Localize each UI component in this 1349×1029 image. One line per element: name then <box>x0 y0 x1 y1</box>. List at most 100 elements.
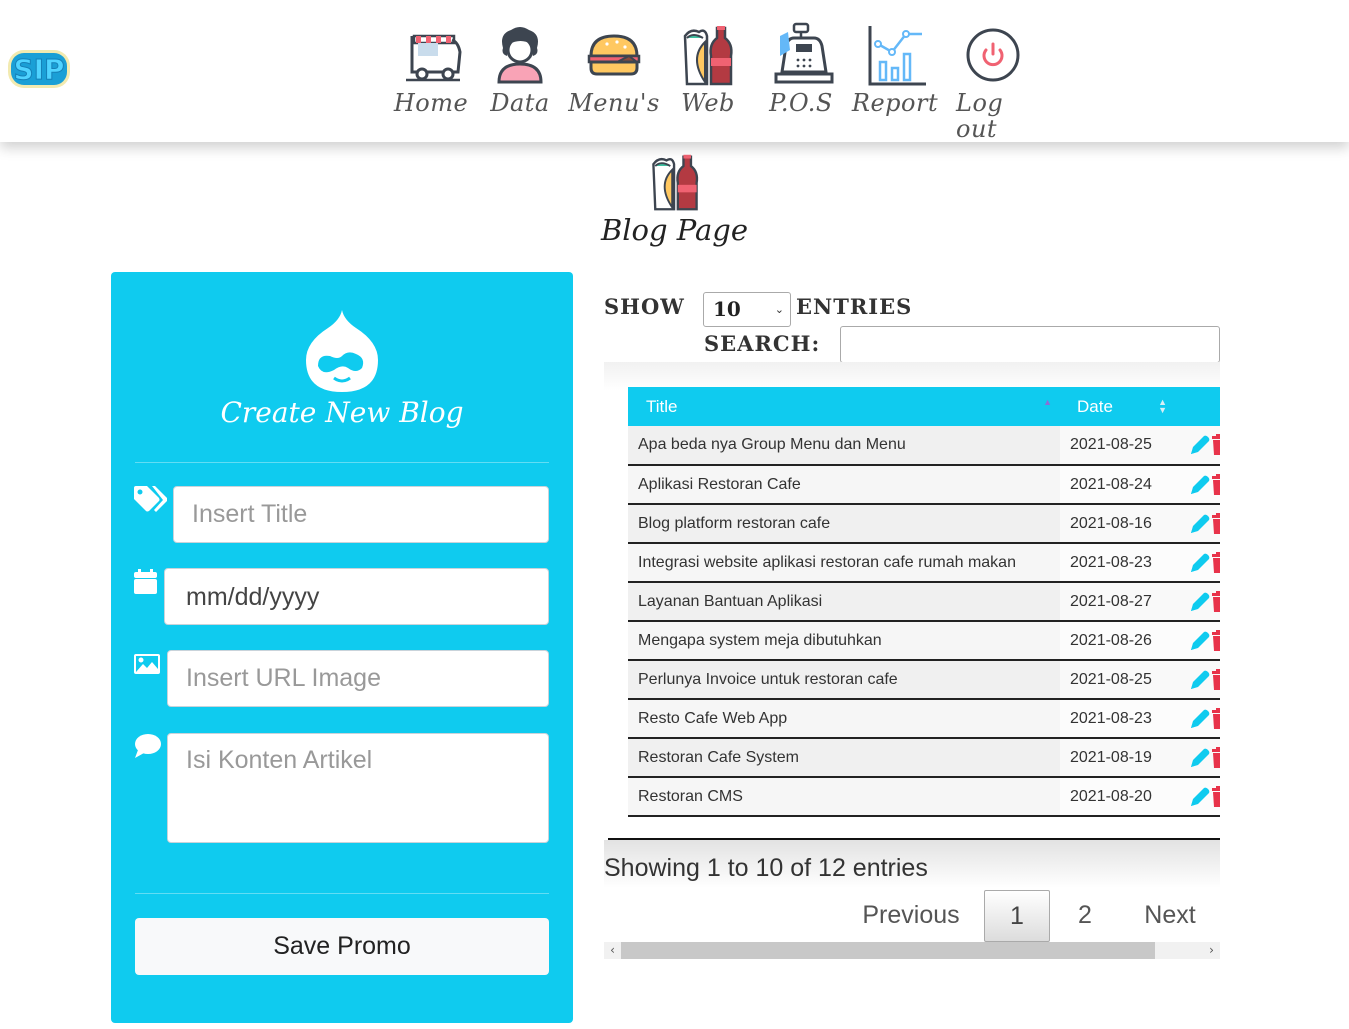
nav-item-data[interactable]: Data <box>466 22 574 142</box>
nav-item-menus[interactable]: Menu's <box>568 22 659 142</box>
nav-item-home[interactable]: Home <box>394 22 468 142</box>
cell-date: 2021-08-19 <box>1060 738 1175 778</box>
cell-actions <box>1175 582 1220 622</box>
pagination-next[interactable]: Next <box>1134 890 1206 942</box>
image-icon <box>134 654 160 674</box>
cell-actions <box>1175 621 1220 661</box>
cell-date: 2021-08-24 <box>1060 465 1175 505</box>
pagination-page-1[interactable]: 1 <box>984 890 1050 942</box>
nav-item-logout[interactable]: Log out <box>956 22 1030 142</box>
scroll-left-icon[interactable]: ‹ <box>604 942 621 959</box>
save-promo-button[interactable]: Save Promo <box>135 918 549 975</box>
image-url-input[interactable] <box>167 650 549 707</box>
delete-trash-icon[interactable] <box>1212 707 1220 730</box>
delete-trash-icon[interactable] <box>1212 629 1220 652</box>
table-row: Restoran CMS 2021-08-20 <box>628 777 1220 817</box>
header-label: Title <box>646 396 678 416</box>
scrollbar-thumb[interactable] <box>621 942 1155 959</box>
edit-pencil-icon[interactable] <box>1189 786 1211 808</box>
nav-label: Web <box>681 89 735 117</box>
length-value: 10 <box>713 297 741 321</box>
chevron-down-icon: ⌄ <box>774 303 784 316</box>
food-truck-icon <box>406 34 462 82</box>
column-header-actions <box>1175 387 1220 426</box>
edit-pencil-icon[interactable] <box>1189 434 1211 456</box>
edit-pencil-icon[interactable] <box>1189 669 1211 691</box>
edit-pencil-icon[interactable] <box>1189 747 1211 769</box>
search-input[interactable] <box>840 326 1220 363</box>
delete-trash-icon[interactable] <box>1212 746 1220 769</box>
card-title: Create New Blog <box>220 396 464 429</box>
burger-icon <box>587 34 641 76</box>
edit-pencil-icon[interactable] <box>1189 474 1211 496</box>
cell-actions <box>1175 543 1220 583</box>
table-row: Integrasi website aplikasi restoran cafe… <box>628 543 1220 583</box>
cell-date: 2021-08-27 <box>1060 582 1175 622</box>
delete-trash-icon[interactable] <box>1212 785 1220 808</box>
title-input[interactable] <box>173 486 549 543</box>
table-row: Mengapa system meja dibutuhkan 2021-08-26 <box>628 621 1220 661</box>
table-row: Resto Cafe Web App 2021-08-23 <box>628 699 1220 739</box>
sort-asc-icon: ▲ <box>1043 397 1052 407</box>
content-textarea[interactable] <box>167 733 549 843</box>
search-label: SEARCH: <box>704 331 821 356</box>
column-header-title[interactable]: Title ▲ <box>628 387 1060 426</box>
nav-label: Data <box>490 89 550 117</box>
cell-title: Blog platform restoran cafe <box>628 504 1060 544</box>
cell-title: Mengapa system meja dibutuhkan <box>628 621 1060 661</box>
cell-date: 2021-08-23 <box>1060 699 1175 739</box>
table-row: Perlunya Invoice untuk restoran cafe 2021… <box>628 660 1220 700</box>
delete-trash-icon[interactable] <box>1212 434 1220 456</box>
sort-both-icon: ▲ ▼ <box>1158 397 1167 415</box>
date-input[interactable]: mm/dd/yyyy <box>164 568 549 625</box>
sip-logo[interactable]: SIP <box>6 46 72 92</box>
edit-pencil-icon[interactable] <box>1189 552 1211 574</box>
cell-actions <box>1175 465 1220 505</box>
cell-title: Perlunya Invoice untuk restoran cafe <box>628 660 1060 700</box>
entries-label: ENTRIES <box>796 294 913 319</box>
create-blog-card: Create New Blog mm/dd/yyyy Save Promo <box>111 272 573 1023</box>
cell-title: Resto Cafe Web App <box>628 699 1060 739</box>
nav-item-report[interactable]: Report <box>840 22 950 142</box>
cell-actions <box>1175 699 1220 739</box>
nav-label: Log out <box>956 89 1004 143</box>
cell-date: 2021-08-23 <box>1060 543 1175 583</box>
power-icon <box>966 28 1020 82</box>
nav-item-web[interactable]: Web <box>654 22 762 142</box>
horizontal-scrollbar[interactable]: ‹ › <box>604 942 1220 959</box>
cash-register-icon <box>774 22 834 84</box>
cell-actions <box>1175 738 1220 778</box>
cell-date: 2021-08-25 <box>1060 426 1175 466</box>
scroll-right-icon[interactable]: › <box>1203 942 1220 959</box>
table-row: Apa beda nya Group Menu dan Menu 2021-08-… <box>628 426 1220 466</box>
pagination-page-2[interactable]: 2 <box>1058 890 1112 942</box>
delete-trash-icon[interactable] <box>1212 590 1220 613</box>
cell-actions <box>1175 777 1220 817</box>
table-row: Aplikasi Restoran Cafe 2021-08-24 <box>628 465 1220 505</box>
edit-pencil-icon[interactable] <box>1189 630 1211 652</box>
cell-date: 2021-08-25 <box>1060 660 1175 700</box>
entries-length-select[interactable]: 10 ⌄ <box>703 292 791 327</box>
cell-actions <box>1175 660 1220 700</box>
delete-trash-icon[interactable] <box>1212 473 1220 496</box>
svg-text:SIP: SIP <box>13 53 64 86</box>
cell-title: Integrasi website aplikasi restoran cafe… <box>628 543 1060 583</box>
table-row: Layanan Bantuan Aplikasi 2021-08-27 <box>628 582 1220 622</box>
edit-pencil-icon[interactable] <box>1189 513 1211 535</box>
card-header: Create New Blog <box>111 308 573 429</box>
page-header: Blog Page <box>0 150 1349 246</box>
cell-date: 2021-08-20 <box>1060 777 1175 817</box>
comment-icon <box>135 734 161 758</box>
column-header-date[interactable]: Date ▲ ▼ <box>1060 387 1175 426</box>
delete-trash-icon[interactable] <box>1212 512 1220 535</box>
delete-trash-icon[interactable] <box>1212 668 1220 691</box>
cell-title: Restoran Cafe System <box>628 738 1060 778</box>
nav-item-pos[interactable]: P.O.S <box>762 22 840 142</box>
pagination-previous[interactable]: Previous <box>858 890 964 942</box>
edit-pencil-icon[interactable] <box>1189 591 1211 613</box>
table-row: Restoran Cafe System 2021-08-19 <box>628 738 1220 778</box>
nav-label: P.O.S <box>769 89 833 117</box>
nav-label: Report <box>851 89 939 117</box>
edit-pencil-icon[interactable] <box>1189 708 1211 730</box>
delete-trash-icon[interactable] <box>1212 551 1220 574</box>
